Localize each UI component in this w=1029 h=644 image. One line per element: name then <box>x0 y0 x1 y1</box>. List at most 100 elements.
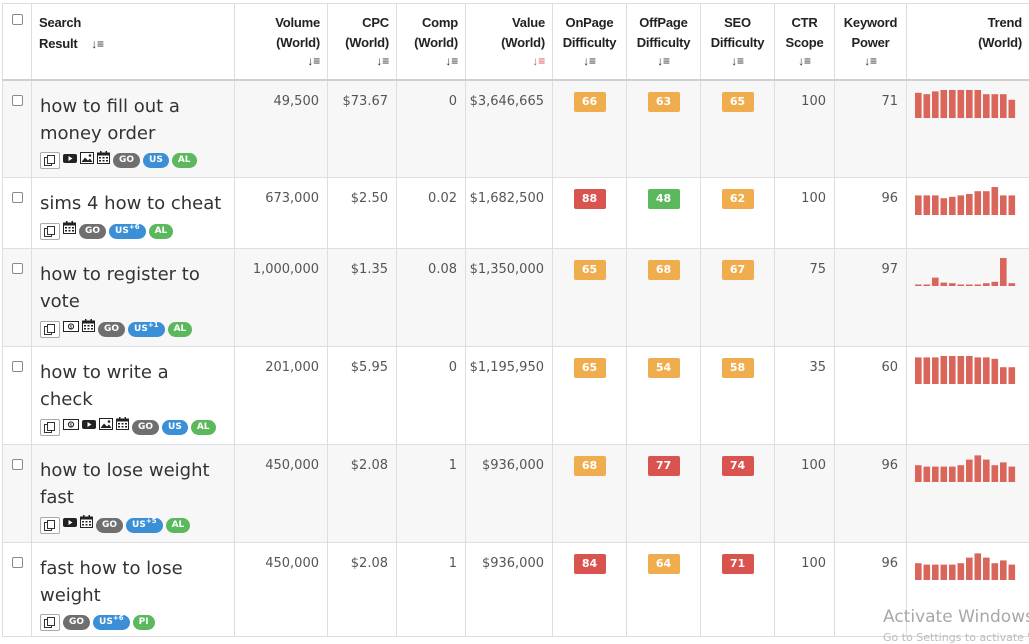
badge-us[interactable]: US+6 <box>109 224 146 239</box>
badge-us[interactable]: US+1 <box>128 322 165 337</box>
badge-label: GO <box>104 324 119 334</box>
volume-cell: 450,000 <box>235 543 328 637</box>
badge-go[interactable]: GO <box>98 322 125 337</box>
volume-header[interactable]: Volume (World) ↓≡ <box>235 4 328 80</box>
copy-icon[interactable] <box>40 223 60 240</box>
badge-go[interactable]: GO <box>63 615 90 630</box>
calendar-icon[interactable] <box>63 221 76 241</box>
sort-icon[interactable]: ↓≡ <box>798 54 811 68</box>
keyword-text-line: fast <box>40 484 226 511</box>
badge-us[interactable]: US <box>143 153 169 168</box>
keyword-cell: how to fill out amoney order GOUSAL <box>32 80 235 178</box>
trend-bar <box>924 285 931 287</box>
badge-al[interactable]: AL <box>191 420 216 435</box>
trend-bar <box>949 467 956 482</box>
trend-sparkline <box>915 89 1017 119</box>
badge-pi[interactable]: PI <box>133 615 155 630</box>
calendar-icon[interactable] <box>82 319 95 339</box>
trend-bar <box>975 455 982 482</box>
onpage-difficulty-cell: 66 <box>553 80 627 178</box>
keyword-link[interactable]: how to register tovote <box>40 261 226 315</box>
badge-count: +1 <box>148 321 159 329</box>
sort-active-icon[interactable]: ↓≡ <box>532 54 545 68</box>
select-all-checkbox[interactable] <box>12 14 23 25</box>
copy-icon[interactable] <box>40 419 60 436</box>
seo-difficulty-header[interactable]: SEO Difficulty ↓≡ <box>701 4 775 80</box>
trend-bar <box>941 283 948 286</box>
badge-go[interactable]: GO <box>132 420 159 435</box>
cpc-cell: $2.50 <box>328 178 397 249</box>
header-label-line2: Difficulty <box>627 33 700 53</box>
money-icon[interactable]: $ <box>63 417 79 437</box>
badge-go[interactable]: GO <box>96 518 123 533</box>
youtube-icon[interactable] <box>82 417 96 437</box>
sort-icon[interactable]: ↓≡ <box>731 54 744 68</box>
badge-al[interactable]: AL <box>149 224 174 239</box>
trend-sparkline <box>915 355 1017 385</box>
calendar-icon[interactable] <box>97 151 110 171</box>
onpage-difficulty-header[interactable]: OnPage Difficulty ↓≡ <box>553 4 627 80</box>
copy-icon[interactable] <box>40 614 60 631</box>
seo-difficulty-cell: 58 <box>701 347 775 445</box>
keyword-link[interactable]: how to lose weightfast <box>40 457 226 511</box>
image-icon[interactable] <box>80 151 94 171</box>
image-icon[interactable] <box>99 417 113 437</box>
trend-bar <box>932 357 939 384</box>
calendar-icon[interactable] <box>80 515 93 535</box>
trend-bar <box>1000 462 1007 482</box>
badge-label: US <box>132 520 146 530</box>
row-checkbox[interactable] <box>12 95 23 106</box>
sort-icon[interactable]: ↓≡ <box>91 34 104 54</box>
row-checkbox[interactable] <box>12 459 23 470</box>
keyword-link[interactable]: sims 4 how to cheat <box>40 190 226 217</box>
money-icon[interactable]: $ <box>63 319 79 339</box>
row-checkbox[interactable] <box>12 557 23 568</box>
comp-header[interactable]: Comp (World) ↓≡ <box>397 4 466 80</box>
keyword-link[interactable]: how to fill out amoney order <box>40 93 226 147</box>
offpage-difficulty-header[interactable]: OffPage Difficulty ↓≡ <box>627 4 701 80</box>
youtube-icon[interactable] <box>63 515 77 535</box>
trend-bar <box>949 356 956 384</box>
row-checkbox[interactable] <box>12 263 23 274</box>
row-checkbox[interactable] <box>12 192 23 203</box>
row-select-cell <box>3 445 32 543</box>
search-result-header[interactable]: Search Result ↓≡ <box>32 4 235 80</box>
keyword-link[interactable]: how to write a check <box>40 359 226 413</box>
keyword-cell: how to register tovote $ GO US+1AL <box>32 249 235 347</box>
copy-icon[interactable] <box>40 152 60 169</box>
youtube-icon[interactable] <box>63 151 77 171</box>
keyword-link[interactable]: fast how to loseweight <box>40 555 226 609</box>
badge-al[interactable]: AL <box>172 153 197 168</box>
volume-cell: 49,500 <box>235 80 328 178</box>
sort-icon[interactable]: ↓≡ <box>657 54 670 68</box>
seo-difficulty-cell: 62 <box>701 178 775 249</box>
sort-icon[interactable]: ↓≡ <box>376 54 389 68</box>
value-header[interactable]: Value (World) ↓≡ <box>466 4 553 80</box>
badge-us[interactable]: US <box>162 420 188 435</box>
trend-bar <box>1000 258 1007 286</box>
badge-us[interactable]: US+6 <box>93 615 130 630</box>
badge-al[interactable]: AL <box>168 322 193 337</box>
badge-go[interactable]: GO <box>113 153 140 168</box>
sort-icon[interactable]: ↓≡ <box>445 54 458 68</box>
keyword-power-header[interactable]: Keyword Power ↓≡ <box>835 4 907 80</box>
badge-us[interactable]: US+5 <box>126 518 163 533</box>
sort-icon[interactable]: ↓≡ <box>307 54 320 68</box>
offpage-difficulty-cell: 48 <box>627 178 701 249</box>
cpc-header[interactable]: CPC (World) ↓≡ <box>328 4 397 80</box>
ctr-scope-header[interactable]: CTR Scope ↓≡ <box>775 4 835 80</box>
copy-icon[interactable] <box>40 517 60 534</box>
trend-bar <box>958 563 965 580</box>
badge-go[interactable]: GO <box>79 224 106 239</box>
copy-icon[interactable] <box>40 321 60 338</box>
sort-icon[interactable]: ↓≡ <box>864 54 877 68</box>
badge-label: US <box>99 617 113 627</box>
row-checkbox[interactable] <box>12 361 23 372</box>
badge-label: AL <box>172 520 185 530</box>
offpage-difficulty-cell: 77 <box>627 445 701 543</box>
sort-icon[interactable]: ↓≡ <box>583 54 596 68</box>
badge-al[interactable]: AL <box>166 518 191 533</box>
trend-bar <box>1009 195 1016 215</box>
row-select-cell <box>3 347 32 445</box>
calendar-icon[interactable] <box>116 417 129 437</box>
